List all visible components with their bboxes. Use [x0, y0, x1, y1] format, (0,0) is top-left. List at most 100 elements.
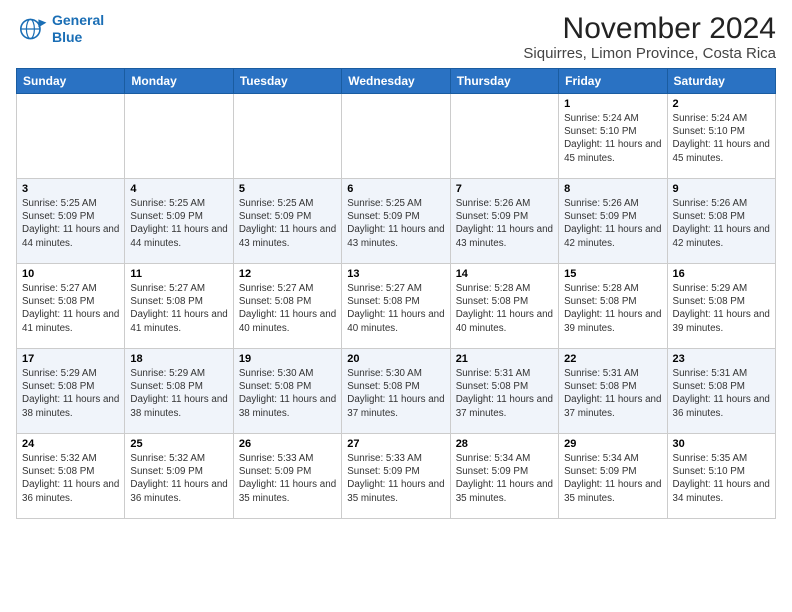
calendar-cell: 23Sunrise: 5:31 AMSunset: 5:08 PMDayligh…: [667, 349, 775, 434]
header-cell-tuesday: Tuesday: [233, 69, 341, 94]
logo-text: General Blue: [52, 12, 104, 46]
logo-line1: General: [52, 12, 104, 28]
day-info: Sunrise: 5:27 AMSunset: 5:08 PMDaylight:…: [239, 282, 336, 335]
day-number: 8: [564, 183, 661, 195]
day-number: 4: [130, 183, 227, 195]
day-info: Sunrise: 5:31 AMSunset: 5:08 PMDaylight:…: [564, 367, 661, 420]
day-number: 5: [239, 183, 336, 195]
day-info: Sunrise: 5:32 AMSunset: 5:08 PMDaylight:…: [22, 452, 119, 505]
calendar-cell: 25 Sunrise: 5:32 AMSunset: 5:09 PMDayligh…: [125, 434, 233, 519]
day-info: Sunrise: 5:25 AMSunset: 5:09 PMDaylight:…: [239, 197, 336, 250]
calendar-cell: 15Sunrise: 5:28 AMSunset: 5:08 PMDayligh…: [559, 264, 667, 349]
day-info: Sunrise: 5:29 AMSunset: 5:08 PMDaylight:…: [130, 367, 227, 420]
day-info: Sunrise: 5:35 AMSunset: 5:10 PMDaylight:…: [673, 452, 770, 505]
calendar-cell: 2 Sunrise: 5:24 AMSunset: 5:10 PMDaylight…: [667, 94, 775, 179]
calendar-cell: 4 Sunrise: 5:25 AMSunset: 5:09 PMDaylight…: [125, 179, 233, 264]
calendar-cell: [125, 94, 233, 179]
week-row-1: 1Sunrise: 5:24 AMSunset: 5:10 PMDaylight…: [17, 94, 776, 179]
calendar-table: SundayMondayTuesdayWednesdayThursdayFrid…: [16, 68, 776, 519]
calendar-cell: 18 Sunrise: 5:29 AMSunset: 5:08 PMDayligh…: [125, 349, 233, 434]
day-number: 20: [347, 353, 444, 365]
day-number: 10: [22, 268, 119, 280]
calendar-cell: 14 Sunrise: 5:28 AMSunset: 5:08 PMDayligh…: [450, 264, 558, 349]
day-info: Sunrise: 5:31 AMSunset: 5:08 PMDaylight:…: [673, 367, 770, 420]
calendar-cell: [17, 94, 125, 179]
calendar-cell: [342, 94, 450, 179]
subtitle: Siquirres, Limon Province, Costa Rica: [523, 45, 776, 62]
day-info: Sunrise: 5:30 AMSunset: 5:08 PMDaylight:…: [347, 367, 444, 420]
calendar-cell: 9 Sunrise: 5:26 AMSunset: 5:08 PMDaylight…: [667, 179, 775, 264]
header-row: SundayMondayTuesdayWednesdayThursdayFrid…: [17, 69, 776, 94]
day-info: Sunrise: 5:25 AMSunset: 5:09 PMDaylight:…: [22, 197, 119, 250]
calendar-cell: 1Sunrise: 5:24 AMSunset: 5:10 PMDaylight…: [559, 94, 667, 179]
day-number: 26: [239, 438, 336, 450]
calendar-cell: 12 Sunrise: 5:27 AMSunset: 5:08 PMDayligh…: [233, 264, 341, 349]
day-info: Sunrise: 5:25 AMSunset: 5:09 PMDaylight:…: [347, 197, 444, 250]
header-cell-thursday: Thursday: [450, 69, 558, 94]
logo-icon: [16, 13, 48, 45]
day-info: Sunrise: 5:31 AMSunset: 5:08 PMDaylight:…: [456, 367, 553, 420]
calendar-cell: 7Sunrise: 5:26 AMSunset: 5:09 PMDaylight…: [450, 179, 558, 264]
header-cell-wednesday: Wednesday: [342, 69, 450, 94]
calendar-cell: 17 Sunrise: 5:29 AMSunset: 5:08 PMDayligh…: [17, 349, 125, 434]
calendar-cell: 11Sunrise: 5:27 AMSunset: 5:08 PMDayligh…: [125, 264, 233, 349]
day-info: Sunrise: 5:25 AMSunset: 5:09 PMDaylight:…: [130, 197, 227, 250]
day-number: 14: [456, 268, 553, 280]
day-info: Sunrise: 5:29 AMSunset: 5:08 PMDaylight:…: [673, 282, 770, 335]
header-cell-friday: Friday: [559, 69, 667, 94]
logo-line2: Blue: [52, 29, 104, 46]
calendar-cell: 16Sunrise: 5:29 AMSunset: 5:08 PMDayligh…: [667, 264, 775, 349]
calendar-cell: 5 Sunrise: 5:25 AMSunset: 5:09 PMDaylight…: [233, 179, 341, 264]
day-number: 11: [130, 268, 227, 280]
calendar-cell: 24Sunrise: 5:32 AMSunset: 5:08 PMDayligh…: [17, 434, 125, 519]
day-info: Sunrise: 5:32 AMSunset: 5:09 PMDaylight:…: [130, 452, 227, 505]
day-number: 22: [564, 353, 661, 365]
day-info: Sunrise: 5:30 AMSunset: 5:08 PMDaylight:…: [239, 367, 336, 420]
day-number: 19: [239, 353, 336, 365]
day-info: Sunrise: 5:27 AMSunset: 5:08 PMDaylight:…: [22, 282, 119, 335]
day-number: 3: [22, 183, 119, 195]
calendar-cell: 29 Sunrise: 5:34 AMSunset: 5:09 PMDayligh…: [559, 434, 667, 519]
calendar-header: SundayMondayTuesdayWednesdayThursdayFrid…: [17, 69, 776, 94]
day-info: Sunrise: 5:24 AMSunset: 5:10 PMDaylight:…: [564, 112, 661, 165]
day-info: Sunrise: 5:33 AMSunset: 5:09 PMDaylight:…: [347, 452, 444, 505]
day-number: 12: [239, 268, 336, 280]
day-number: 25: [130, 438, 227, 450]
day-number: 13: [347, 268, 444, 280]
day-number: 21: [456, 353, 553, 365]
calendar-cell: 22 Sunrise: 5:31 AMSunset: 5:08 PMDayligh…: [559, 349, 667, 434]
week-row-5: 24Sunrise: 5:32 AMSunset: 5:08 PMDayligh…: [17, 434, 776, 519]
header-cell-saturday: Saturday: [667, 69, 775, 94]
week-row-4: 17 Sunrise: 5:29 AMSunset: 5:08 PMDayligh…: [17, 349, 776, 434]
calendar-cell: 27 Sunrise: 5:33 AMSunset: 5:09 PMDayligh…: [342, 434, 450, 519]
day-info: Sunrise: 5:24 AMSunset: 5:10 PMDaylight:…: [673, 112, 770, 165]
day-info: Sunrise: 5:27 AMSunset: 5:08 PMDaylight:…: [347, 282, 444, 335]
header: General Blue November 2024 Siquirres, Li…: [16, 12, 776, 62]
header-cell-sunday: Sunday: [17, 69, 125, 94]
calendar-cell: 21 Sunrise: 5:31 AMSunset: 5:08 PMDayligh…: [450, 349, 558, 434]
day-number: 6: [347, 183, 444, 195]
calendar-cell: 13 Sunrise: 5:27 AMSunset: 5:08 PMDayligh…: [342, 264, 450, 349]
day-info: Sunrise: 5:29 AMSunset: 5:08 PMDaylight:…: [22, 367, 119, 420]
day-number: 17: [22, 353, 119, 365]
day-number: 29: [564, 438, 661, 450]
logo: General Blue: [16, 12, 104, 46]
day-number: 30: [673, 438, 770, 450]
day-number: 15: [564, 268, 661, 280]
calendar-cell: 28Sunrise: 5:34 AMSunset: 5:09 PMDayligh…: [450, 434, 558, 519]
day-info: Sunrise: 5:34 AMSunset: 5:09 PMDaylight:…: [564, 452, 661, 505]
header-cell-monday: Monday: [125, 69, 233, 94]
calendar-cell: 26Sunrise: 5:33 AMSunset: 5:09 PMDayligh…: [233, 434, 341, 519]
calendar-cell: [450, 94, 558, 179]
main-title: November 2024: [523, 12, 776, 45]
day-info: Sunrise: 5:28 AMSunset: 5:08 PMDaylight:…: [456, 282, 553, 335]
title-area: November 2024 Siquirres, Limon Province,…: [523, 12, 776, 62]
day-number: 9: [673, 183, 770, 195]
day-info: Sunrise: 5:26 AMSunset: 5:09 PMDaylight:…: [564, 197, 661, 250]
day-number: 2: [673, 98, 770, 110]
calendar-body: 1Sunrise: 5:24 AMSunset: 5:10 PMDaylight…: [17, 94, 776, 519]
day-info: Sunrise: 5:26 AMSunset: 5:09 PMDaylight:…: [456, 197, 553, 250]
day-number: 18: [130, 353, 227, 365]
day-info: Sunrise: 5:26 AMSunset: 5:08 PMDaylight:…: [673, 197, 770, 250]
day-number: 27: [347, 438, 444, 450]
